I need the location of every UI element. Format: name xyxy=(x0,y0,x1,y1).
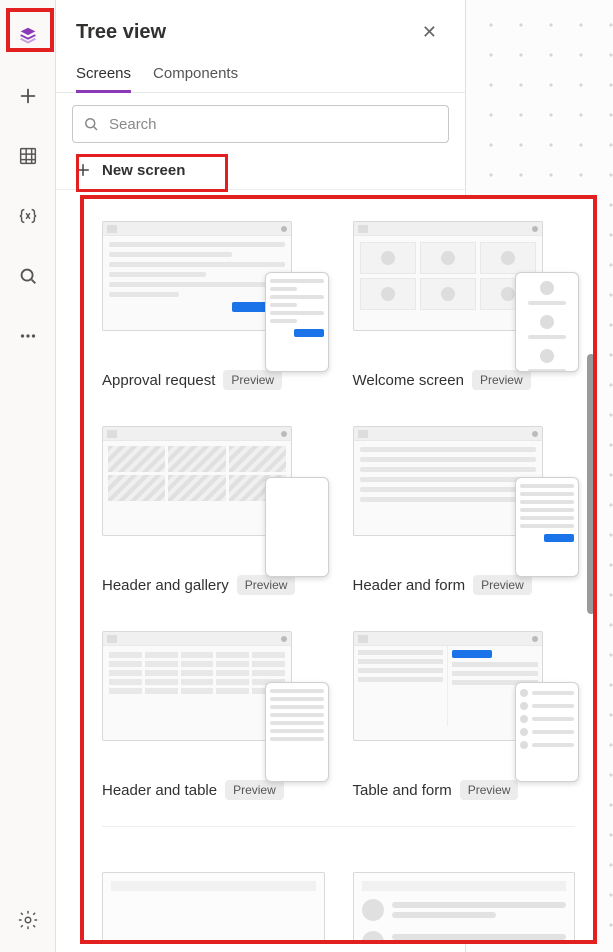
template-label: Header and form xyxy=(353,577,466,594)
panel-title: Tree view xyxy=(76,21,166,44)
divider xyxy=(102,826,575,827)
settings-icon[interactable] xyxy=(10,902,46,938)
preview-badge: Preview xyxy=(223,370,282,390)
template-thumbnail-mobile xyxy=(265,682,329,782)
left-nav-rail xyxy=(0,0,56,952)
template-card-partial[interactable] xyxy=(353,872,576,944)
template-card-header-gallery[interactable]: Header and gallery Preview xyxy=(102,426,325,595)
preview-badge: Preview xyxy=(225,780,284,800)
template-label: Header and table xyxy=(102,782,217,799)
template-card-header-table[interactable]: Header and table Preview xyxy=(102,631,325,800)
template-card-welcome-screen[interactable]: Welcome screen Preview xyxy=(353,221,576,390)
search-icon[interactable] xyxy=(10,258,46,294)
tab-components[interactable]: Components xyxy=(153,57,238,92)
template-thumbnail-mobile xyxy=(265,272,329,372)
template-thumbnail xyxy=(102,872,325,944)
scrollbar[interactable] xyxy=(587,354,595,614)
template-card-approval-request[interactable]: Approval request Preview xyxy=(102,221,325,390)
template-thumbnail-mobile xyxy=(515,682,579,782)
tree-view-icon[interactable] xyxy=(10,18,46,54)
panel-tabs: Screens Components xyxy=(56,57,465,93)
preview-badge: Preview xyxy=(473,575,532,595)
template-label: Table and form xyxy=(353,782,452,799)
more-icon[interactable] xyxy=(10,318,46,354)
template-label: Header and gallery xyxy=(102,577,229,594)
template-card-partial[interactable] xyxy=(102,872,325,944)
template-label: Welcome screen xyxy=(353,372,464,389)
template-label: Approval request xyxy=(102,372,215,389)
template-thumbnail-mobile xyxy=(515,477,579,577)
template-thumbnail xyxy=(102,221,292,331)
plus-icon xyxy=(74,161,92,179)
screen-template-gallery: Approval request Preview xyxy=(80,195,597,944)
insert-icon[interactable] xyxy=(10,78,46,114)
template-thumbnail-mobile xyxy=(515,272,579,372)
new-screen-button[interactable]: New screen xyxy=(56,151,465,190)
template-thumbnail xyxy=(102,631,292,741)
template-thumbnail xyxy=(353,872,576,944)
template-thumbnail xyxy=(353,426,543,536)
template-thumbnail xyxy=(353,631,543,741)
preview-badge: Preview xyxy=(460,780,519,800)
search-input-icon xyxy=(82,115,100,133)
tab-screens[interactable]: Screens xyxy=(76,57,131,92)
search-input[interactable] xyxy=(72,105,449,143)
template-card-header-form[interactable]: Header and form Preview xyxy=(353,426,576,595)
new-screen-label: New screen xyxy=(102,162,185,179)
template-thumbnail xyxy=(102,426,292,536)
variables-icon[interactable] xyxy=(10,198,46,234)
template-thumbnail xyxy=(353,221,543,331)
template-card-table-form[interactable]: Table and form Preview xyxy=(353,631,576,800)
data-icon[interactable] xyxy=(10,138,46,174)
close-icon[interactable]: ✕ xyxy=(414,18,445,47)
preview-badge: Preview xyxy=(237,575,296,595)
template-thumbnail-mobile xyxy=(265,477,329,577)
preview-badge: Preview xyxy=(472,370,531,390)
